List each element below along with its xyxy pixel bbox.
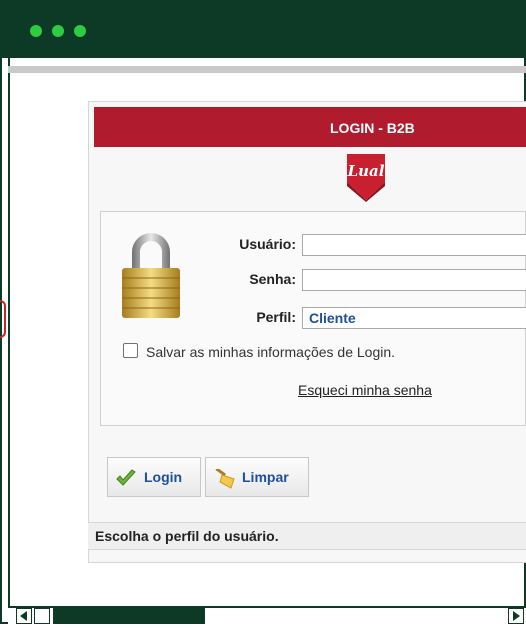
title-bar [0, 0, 526, 58]
profile-selected-value: Cliente [309, 310, 356, 326]
scroll-track-start [34, 608, 50, 624]
user-label: Usuário: [239, 236, 296, 252]
scroll-left-arrow[interactable] [16, 608, 32, 624]
password-input[interactable] [302, 269, 526, 291]
profile-label: Perfil: [256, 309, 296, 325]
scroll-thumb[interactable] [53, 608, 205, 624]
user-input[interactable] [302, 234, 526, 256]
horizontal-scrollbar[interactable] [8, 606, 526, 624]
lual-logo: Lual [343, 152, 389, 202]
clear-button[interactable]: Limpar [205, 457, 309, 497]
status-bar: Escolha o perfil do usuário. [88, 522, 526, 550]
svg-text:Lual: Lual [347, 162, 385, 180]
side-accent [0, 300, 6, 338]
padlock-icon [118, 228, 184, 320]
login-header-title: LOGIN - B2B [330, 120, 415, 136]
login-button[interactable]: Login [107, 457, 201, 497]
password-label: Senha: [249, 271, 296, 287]
forgot-password-link[interactable]: Esqueci minha senha [298, 382, 432, 398]
content-left-border [8, 58, 10, 606]
scroll-right-arrow[interactable] [508, 608, 524, 624]
status-text: Escolha o perfil do usuário. [95, 528, 279, 544]
profile-select[interactable]: Cliente [302, 307, 526, 329]
window-dot-close[interactable] [30, 25, 42, 37]
clear-button-label: Limpar [242, 469, 289, 485]
window-dot-minimize[interactable] [52, 25, 64, 37]
window-dot-maximize[interactable] [74, 25, 86, 37]
remember-checkbox[interactable] [123, 343, 138, 358]
top-divider [8, 66, 526, 73]
remember-label[interactable]: Salvar as minhas informações de Login. [146, 344, 395, 360]
login-button-label: Login [144, 469, 183, 485]
broom-icon [214, 467, 235, 489]
checkmark-icon [116, 469, 136, 487]
login-header: LOGIN - B2B [94, 107, 526, 147]
